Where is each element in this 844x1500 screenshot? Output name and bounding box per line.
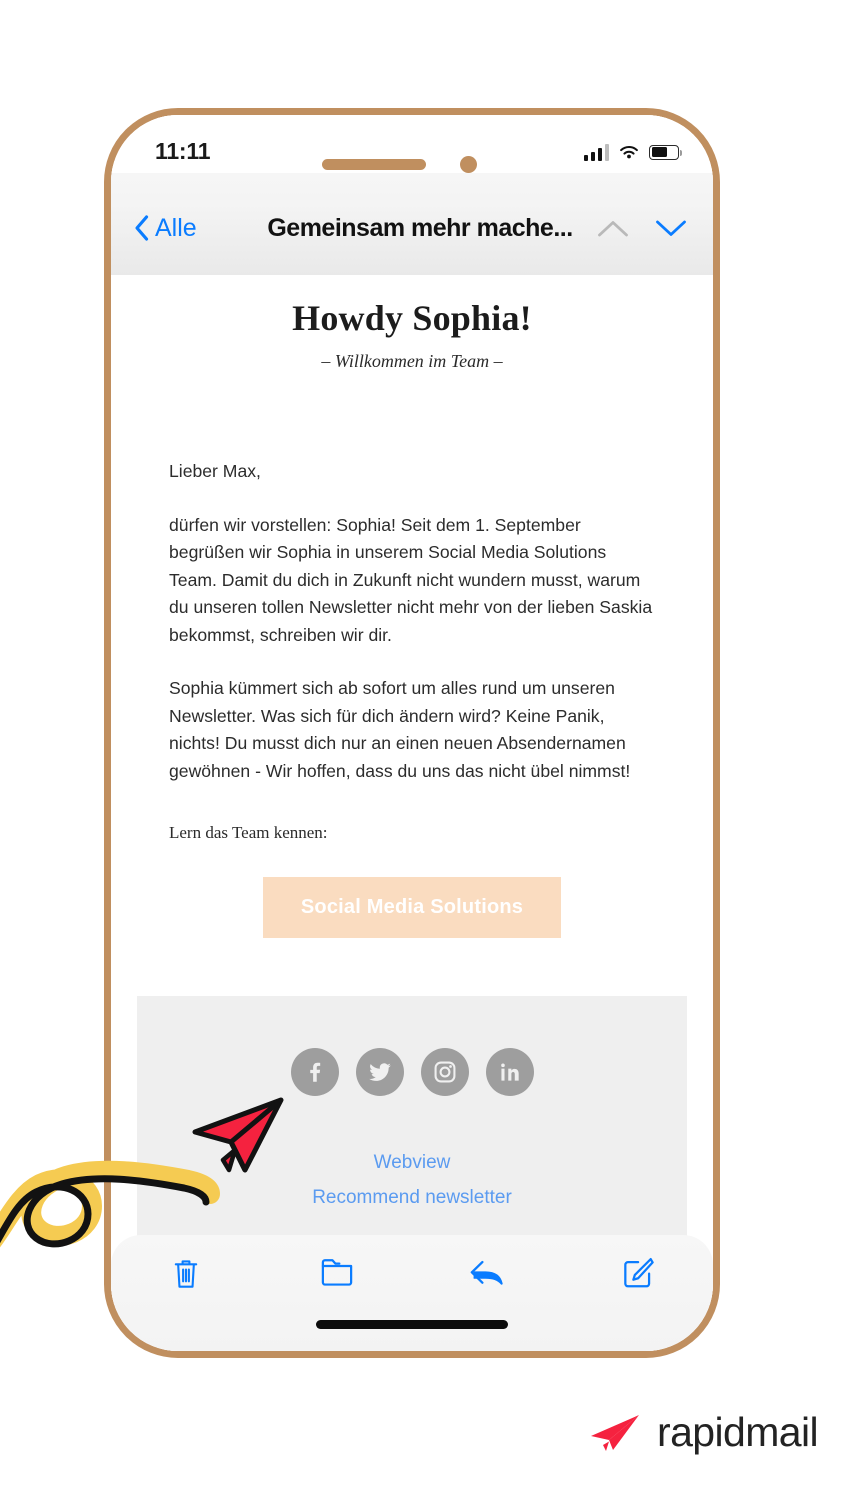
status-bar-icons xyxy=(583,143,682,161)
reply-icon xyxy=(470,1260,503,1285)
chevron-left-icon xyxy=(135,215,149,241)
recommend-newsletter-link[interactable]: Recommend newsletter xyxy=(137,1187,687,1209)
email-body-text: Lieber Max, dürfen wir vorstellen: Sophi… xyxy=(111,458,713,785)
compose-icon xyxy=(623,1257,654,1288)
volume-up-button[interactable] xyxy=(104,377,111,469)
status-bar: 11:11 xyxy=(111,115,713,179)
email-header-block: Howdy Sophia! – Willkommen im Team – xyxy=(111,275,713,372)
mail-nav-bar: Alle Gemeinsam mehr mache... xyxy=(111,181,713,275)
folder-icon xyxy=(321,1259,352,1286)
email-content-area: Howdy Sophia! – Willkommen im Team – Lie… xyxy=(111,275,713,1351)
rapidmail-wordmark: rapidmail xyxy=(657,1409,819,1455)
social-media-solutions-button[interactable]: Social Media Solutions xyxy=(262,877,562,938)
cta-lead-text: Lern das Team kennen: xyxy=(169,823,328,842)
back-to-all-button[interactable]: Alle xyxy=(133,214,265,243)
silent-switch-button[interactable] xyxy=(104,289,111,339)
social-icon-row xyxy=(137,1048,687,1096)
battery-icon xyxy=(649,144,682,160)
cta-container: Social Media Solutions xyxy=(111,877,713,938)
email-footer: Webview Recommend newsletter xyxy=(137,996,687,1252)
phone-screen: Howdy Sophia! – Willkommen im Team – Lie… xyxy=(111,115,713,1351)
webview-link[interactable]: Webview xyxy=(137,1152,687,1174)
facebook-icon[interactable] xyxy=(290,1048,339,1096)
email-subheading: – Willkommen im Team – xyxy=(321,351,503,371)
chevron-down-icon[interactable] xyxy=(655,219,687,238)
footer-links: Webview Recommend newsletter xyxy=(137,1152,687,1209)
move-to-folder-button[interactable] xyxy=(262,1257,413,1287)
power-button[interactable] xyxy=(713,413,720,563)
back-button-label: Alle xyxy=(155,213,197,242)
email-paragraph-greeting: Lieber Max, xyxy=(169,461,261,481)
email-paragraph-details: Sophia kümmert sich ab sofort um alles r… xyxy=(169,678,631,781)
email-heading: Howdy Sophia! xyxy=(292,298,532,338)
chevron-up-icon[interactable] xyxy=(597,219,629,238)
email-paragraph-intro: dürfen wir vorstellen: Sophia! Seit dem … xyxy=(169,514,653,645)
volume-down-button[interactable] xyxy=(104,485,111,577)
reply-button[interactable] xyxy=(412,1257,563,1289)
instagram-icon[interactable] xyxy=(420,1048,469,1096)
email-subject-title: Gemeinsam mehr mache... xyxy=(267,213,573,242)
delete-button[interactable] xyxy=(111,1257,262,1291)
home-indicator-bar xyxy=(316,1320,508,1329)
rapidmail-logo: rapidmail xyxy=(589,1409,819,1456)
twitter-icon[interactable] xyxy=(355,1048,404,1096)
rapidmail-paper-plane-icon xyxy=(591,1414,640,1451)
status-bar-time: 11:11 xyxy=(155,137,211,164)
linkedin-icon[interactable] xyxy=(485,1048,534,1096)
cellular-signal-icon xyxy=(583,143,609,161)
mail-action-toolbar xyxy=(111,1235,713,1351)
trash-icon xyxy=(175,1260,198,1288)
message-nav-chevrons xyxy=(575,219,687,238)
wifi-icon xyxy=(620,145,638,158)
compose-button[interactable] xyxy=(563,1257,714,1290)
phone-device-frame: Howdy Sophia! – Willkommen im Team – Lie… xyxy=(104,108,720,1358)
